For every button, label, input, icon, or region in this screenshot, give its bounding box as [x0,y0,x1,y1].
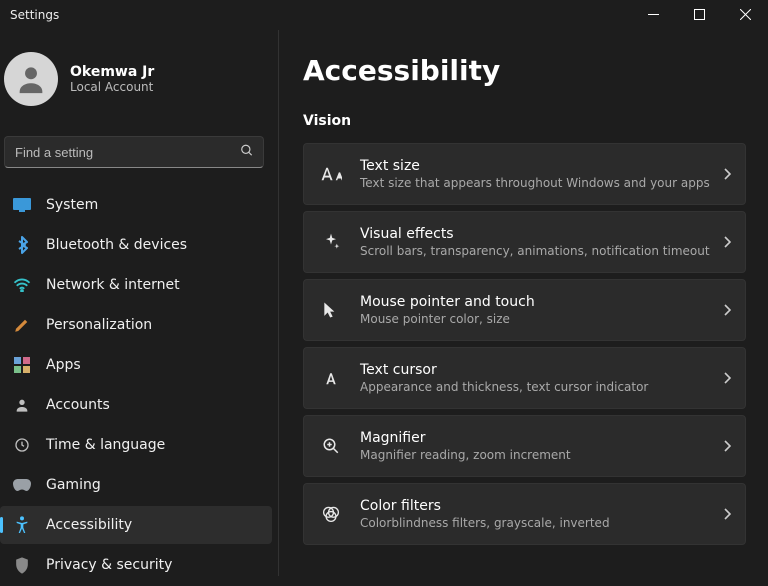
nav-label: Privacy & security [46,557,172,573]
chevron-right-icon [723,369,731,388]
text-cursor-icon [318,370,344,386]
nav-label: Accessibility [46,517,132,533]
card-sub: Magnifier reading, zoom increment [360,448,723,462]
wifi-icon [12,275,32,295]
card-sub: Mouse pointer color, size [360,312,723,326]
nav-list: System Bluetooth & devices Network & int… [0,182,278,586]
nav-bluetooth[interactable]: Bluetooth & devices [0,226,272,264]
nav-label: System [46,197,98,213]
card-text-cursor[interactable]: Text cursor Appearance and thickness, te… [303,347,746,409]
card-sub: Appearance and thickness, text cursor in… [360,380,723,394]
card-title: Color filters [360,498,723,514]
section-title: Vision [303,113,746,129]
chevron-right-icon [723,505,731,524]
cursor-icon [318,300,344,320]
card-sub: Text size that appears throughout Window… [360,176,723,190]
card-magnifier[interactable]: Magnifier Magnifier reading, zoom increm… [303,415,746,477]
user-type: Local Account [70,80,154,94]
nav-label: Bluetooth & devices [46,237,187,253]
card-title: Visual effects [360,226,723,242]
search-icon [240,143,254,162]
nav-label: Personalization [46,317,152,333]
nav-label: Accounts [46,397,110,413]
card-color-filters[interactable]: Color filters Colorblindness filters, gr… [303,483,746,545]
clock-icon [12,435,32,455]
page-title: Accessibility [303,54,746,87]
gaming-icon [12,475,32,495]
card-title: Text cursor [360,362,723,378]
search-input[interactable] [4,136,264,168]
nav-label: Apps [46,357,81,373]
nav-accounts[interactable]: Accounts [0,386,272,424]
search-wrap [4,136,264,168]
card-title: Magnifier [360,430,723,446]
nav-personalization[interactable]: Personalization [0,306,272,344]
nav-apps[interactable]: Apps [0,346,272,384]
user-name: Okemwa Jr [70,64,154,80]
minimize-button[interactable] [630,0,676,28]
nav-label: Gaming [46,477,101,493]
chevron-right-icon [723,301,731,320]
nav-system[interactable]: System [0,186,272,224]
chevron-right-icon [723,165,731,184]
nav-time[interactable]: Time & language [0,426,272,464]
avatar [4,52,58,106]
text-size-icon [318,166,344,182]
card-sub: Scroll bars, transparency, animations, n… [360,244,723,258]
nav-label: Network & internet [46,277,180,293]
display-icon [12,195,32,215]
sparkle-icon [318,232,344,252]
card-title: Text size [360,158,723,174]
sidebar: Okemwa Jr Local Account System Bluetooth… [0,30,278,576]
magnifier-icon [318,437,344,455]
nav-label: Time & language [46,437,165,453]
card-title: Mouse pointer and touch [360,294,723,310]
card-text-size[interactable]: Text size Text size that appears through… [303,143,746,205]
apps-icon [12,355,32,375]
nav-network[interactable]: Network & internet [0,266,272,304]
card-visual-effects[interactable]: Visual effects Scroll bars, transparency… [303,211,746,273]
person-icon [12,395,32,415]
user-block[interactable]: Okemwa Jr Local Account [0,52,278,118]
content: Accessibility Vision Text size Text size… [278,30,768,576]
color-filters-icon [318,505,344,523]
window-controls [630,0,768,28]
chevron-right-icon [723,437,731,456]
nav-privacy[interactable]: Privacy & security [0,546,272,584]
accessibility-icon [12,515,32,535]
window-title: Settings [10,8,59,22]
chevron-right-icon [723,233,731,252]
shield-icon [12,555,32,575]
bluetooth-icon [12,235,32,255]
paintbrush-icon [12,315,32,335]
card-mouse-pointer[interactable]: Mouse pointer and touch Mouse pointer co… [303,279,746,341]
nav-accessibility[interactable]: Accessibility [0,506,272,544]
card-sub: Colorblindness filters, grayscale, inver… [360,516,723,530]
maximize-button[interactable] [676,0,722,28]
close-button[interactable] [722,0,768,28]
nav-gaming[interactable]: Gaming [0,466,272,504]
